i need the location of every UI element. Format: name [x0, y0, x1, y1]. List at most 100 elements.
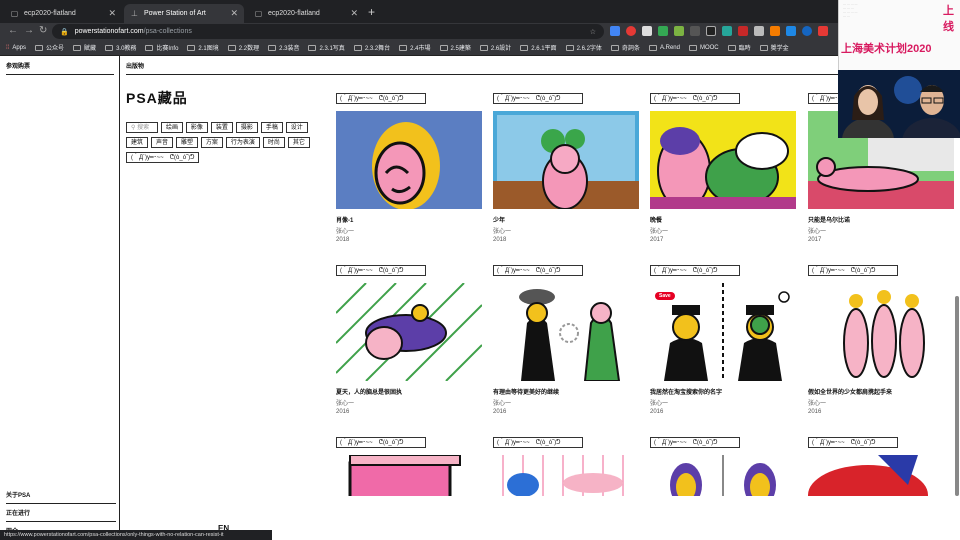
extension-icon[interactable] — [690, 26, 700, 36]
artwork-image[interactable] — [808, 283, 954, 381]
pinterest-save-button[interactable]: Save — [655, 292, 675, 300]
bookmark-folder[interactable]: 2.6.1平面 — [520, 43, 557, 52]
folder-icon — [610, 44, 619, 51]
filter-sound[interactable]: 声音 — [150, 137, 173, 148]
bookmark-folder[interactable]: A.Rend — [648, 44, 680, 51]
artwork-image[interactable] — [336, 455, 482, 496]
filter-photography[interactable]: 摄影 — [235, 122, 258, 133]
filter-manuscript[interactable]: 手稿 — [260, 122, 283, 133]
extension-icon[interactable] — [802, 26, 812, 36]
search-input[interactable]: ⚲ 搜索 — [126, 122, 158, 133]
pinterest-icon[interactable] — [626, 26, 636, 36]
filter-fashion[interactable]: 时尚 — [262, 137, 285, 148]
artwork-image[interactable] — [336, 111, 482, 209]
folder-icon — [759, 44, 768, 51]
bookmark-folder[interactable]: 公众号 — [35, 43, 64, 52]
artwork-image[interactable] — [650, 111, 796, 209]
bookmark-folder[interactable]: 獎学金 — [759, 43, 789, 52]
tab-ecp2020-1[interactable]: ▢ ecp2020-flatland ✕ — [4, 4, 122, 23]
bookmark-folder[interactable]: 2.6設計 — [479, 43, 511, 52]
artwork-year: 2016 — [650, 409, 664, 415]
artwork-image[interactable] — [336, 283, 482, 381]
folder-icon — [268, 44, 277, 51]
filter-proposal[interactable]: 方案 — [200, 137, 223, 148]
forward-arrow-icon[interactable]: → — [24, 25, 34, 36]
filter-design[interactable]: 设计 — [285, 122, 308, 133]
filter-other[interactable]: 其它 — [287, 137, 310, 148]
extension-icon[interactable] — [642, 26, 652, 36]
bookmark-folder[interactable]: 2.3.1写真 — [308, 43, 345, 52]
reload-icon[interactable]: ↻ — [39, 25, 47, 36]
address-bar[interactable]: 🔒 powerstationofart.com/psa-collections … — [52, 24, 604, 39]
artwork-card[interactable]: (｀Д´)y━･~~ ᕦ(ò_óˇ)ᕤ — [493, 437, 639, 496]
filter-installation[interactable]: 装置 — [210, 122, 233, 133]
bookmark-folder[interactable]: 2.5建築 — [439, 43, 471, 52]
artwork-image[interactable] — [493, 455, 639, 496]
bookmark-folder[interactable]: MOOC — [688, 44, 719, 51]
bookmark-folder[interactable]: 臨時 — [727, 43, 751, 52]
extension-icon[interactable] — [722, 26, 732, 36]
filter-performance[interactable]: 行为表演 — [225, 137, 260, 148]
artwork-image[interactable] — [650, 455, 796, 496]
bookmark-folder[interactable]: 2.3装音 — [268, 43, 299, 52]
bookmark-folder[interactable]: 3.0教務 — [105, 43, 136, 52]
star-icon[interactable]: ☆ — [590, 28, 596, 36]
sidebar-item-ongoing[interactable]: 正在进行 — [6, 508, 116, 522]
filter-kaomoji[interactable]: (｀Д´)y━･~~ ᕦ(ò_óˇ)ᕤ — [126, 152, 200, 163]
bookmark-folder[interactable]: 2.4市場 — [399, 43, 431, 52]
tab-ecp2020-2[interactable]: ▢ ecp2020-flatland ✕ — [248, 4, 364, 23]
extension-icon[interactable] — [610, 26, 620, 36]
bookmark-folder[interactable]: 賦藏 — [73, 43, 96, 52]
bookmark-folder[interactable]: 2.2数理 — [227, 43, 259, 52]
artwork-card[interactable]: (｀Д´)y━･~~ ᕦ(ò_óˇ)ᕤ 夏天，人的脑总是很固执 张心一 2016 — [336, 265, 482, 415]
bookmark-folder[interactable]: 2.3.2舞台 — [353, 43, 390, 52]
back-arrow-icon[interactable]: ← — [8, 25, 18, 36]
artwork-card[interactable]: (｀Д´)y━･~~ ᕦ(ò_óˇ)ᕤ 少年 张心一 2018 — [493, 93, 639, 243]
artwork-card[interactable]: (｀Д´)y━･~~ ᕦ(ò_óˇ)ᕤ 晚餐 张心一 2017 — [650, 93, 796, 243]
filter-sculpture[interactable]: 雕塑 — [175, 137, 198, 148]
moon-icon[interactable] — [706, 26, 716, 36]
artwork-card[interactable]: (｀Д´)y━･~~ ᕦ(ò_óˇ)ᕤ — [808, 437, 954, 496]
bookmark-folder[interactable]: 奇詞条 — [610, 43, 640, 52]
extension-icon[interactable] — [674, 26, 684, 36]
tab-title: ecp2020-flatland — [268, 10, 320, 17]
artwork-artist: 张心一 — [493, 229, 512, 235]
artwork-card[interactable]: (｀Д´)y━･~~ ᕦ(ò_óˇ)ᕤ — [650, 437, 796, 496]
artwork-card[interactable]: (｀Д´)y━･~~ ᕦ(ò_óˇ)ᕤ 假如全世界的少女都肩携起手来 张心一 2… — [808, 265, 954, 415]
close-icon[interactable]: ✕ — [230, 8, 238, 19]
artwork-artist: 张心一 — [808, 229, 827, 235]
sidebar-header[interactable]: 参观购票 — [6, 61, 114, 75]
filter-painting[interactable]: 绘画 — [160, 122, 183, 133]
artwork-title: 夏天，人的脑总是很固执 — [336, 390, 403, 396]
extension-icon[interactable] — [658, 26, 668, 36]
close-icon[interactable]: ✕ — [108, 8, 116, 19]
scrollbar[interactable] — [955, 296, 959, 496]
bookmark-folder[interactable]: 比赛Info — [145, 43, 178, 52]
status-bar-url: https://www.powerstationofart.com/psa-co… — [0, 530, 272, 540]
artwork-image[interactable] — [808, 455, 954, 496]
close-icon[interactable]: ✕ — [350, 8, 358, 19]
bookmark-folder[interactable]: 2.6.2字体 — [565, 43, 602, 52]
sidebar-item-about[interactable]: 关于PSA — [6, 490, 116, 504]
tab-power-station[interactable]: ⊥ Power Station of Art ✕ — [124, 4, 244, 23]
artwork-card[interactable]: (｀Д´)y━･~~ ᕦ(ò_óˇ)ᕤ 有理由等待更美好的继续 张心一 2016 — [493, 265, 639, 415]
artwork-card[interactable]: (｀Д´)y━･~~ ᕦ(ò_óˇ)ᕤ Save 我居然在淘宝搜索你的名字 张心… — [650, 265, 796, 415]
filter-video[interactable]: 影像 — [185, 122, 208, 133]
filter-architecture[interactable]: 建筑 — [126, 137, 149, 148]
folder-icon — [35, 44, 44, 51]
bookmark-folder[interactable]: 2.1图境 — [187, 43, 219, 52]
shield-icon[interactable] — [770, 26, 780, 36]
artwork-card[interactable]: (｀Д´)y━･~~ ᕦ(ò_óˇ)ᕤ — [336, 437, 482, 496]
extension-icon[interactable] — [786, 26, 796, 36]
new-tab-button[interactable]: + — [368, 5, 375, 19]
artwork-card[interactable]: (｀Д´)y━･~~ ᕦ(ò_óˇ)ᕤ 肖像-1 张心一 2018 — [336, 93, 482, 243]
folder-icon — [353, 44, 362, 51]
extension-icon[interactable] — [738, 26, 748, 36]
section-header[interactable]: 出版物 — [126, 61, 838, 75]
extension-icon[interactable] — [818, 26, 828, 36]
artwork-image[interactable] — [493, 283, 639, 381]
bookmark-apps[interactable]: ⁞⁞ Apps — [6, 45, 26, 51]
artwork-image[interactable] — [493, 111, 639, 209]
artwork-image[interactable]: Save — [650, 283, 796, 381]
extension-icon[interactable] — [754, 26, 764, 36]
